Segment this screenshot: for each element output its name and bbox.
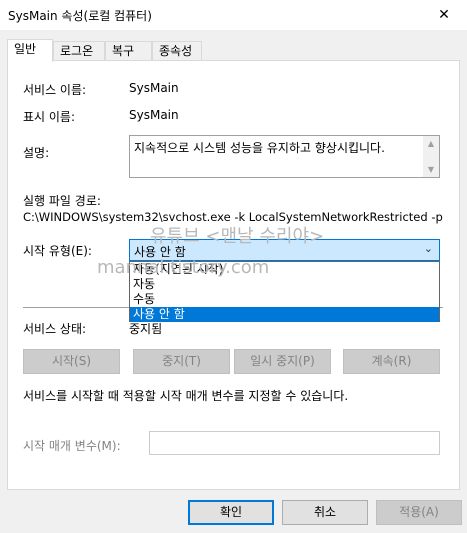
tab-recovery[interactable]: 복구: [105, 41, 152, 61]
cancel-button[interactable]: 취소: [282, 500, 368, 525]
description-text: 지속적으로 시스템 성능을 유지하고 향상시킵니다.: [134, 141, 385, 155]
service-name-label: 서비스 이름:: [23, 83, 87, 97]
start-params-label: 시작 매개 변수(M):: [23, 439, 121, 453]
path-value: C:\WINDOWS\system32\svchost.exe -k Local…: [23, 210, 443, 224]
description-scrollbar[interactable]: ▲ ▼: [423, 136, 439, 177]
display-name-value: SysMain: [129, 108, 179, 122]
tab-dependencies[interactable]: 종속성: [152, 41, 202, 61]
description-label: 설명:: [23, 146, 50, 160]
start-params-input[interactable]: [149, 431, 440, 455]
startup-option-auto[interactable]: 자동: [130, 277, 439, 292]
startup-type-label: 시작 유형(E):: [23, 244, 92, 258]
tab-general[interactable]: 일반: [7, 39, 53, 62]
startup-option-auto-delayed[interactable]: 자동(지연된 시작): [130, 262, 439, 277]
chevron-down-icon[interactable]: ⌄: [424, 242, 433, 255]
start-button[interactable]: 시작(S): [23, 349, 120, 374]
general-tab-panel: 서비스 이름: SysMain 표시 이름: SysMain 설명: 지속적으로…: [7, 60, 460, 490]
startup-type-select[interactable]: 사용 안 함 ⌄: [129, 239, 440, 261]
startup-type-dropdown: 자동(지연된 시작) 자동 수동 사용 안 함: [129, 261, 440, 322]
description-textbox[interactable]: 지속적으로 시스템 성능을 유지하고 향상시킵니다. ▲ ▼: [129, 135, 440, 178]
tab-logon[interactable]: 로그온: [53, 41, 105, 61]
startup-option-disabled[interactable]: 사용 안 함: [130, 307, 439, 322]
resume-button[interactable]: 계속(R): [343, 349, 440, 374]
startup-type-value: 사용 안 함: [134, 245, 186, 259]
pause-button[interactable]: 일시 중지(P): [234, 349, 331, 374]
close-icon[interactable]: ✕: [421, 0, 467, 30]
path-label: 실행 파일 경로:: [23, 194, 101, 208]
scroll-up-icon[interactable]: ▲: [426, 139, 436, 148]
startup-option-manual[interactable]: 수동: [130, 292, 439, 307]
service-status-value: 중지됨: [129, 322, 163, 336]
start-params-note: 서비스를 시작할 때 적용할 시작 매개 변수를 지정할 수 있습니다.: [23, 389, 349, 403]
display-name-label: 표시 이름:: [23, 110, 76, 124]
ok-button[interactable]: 확인: [188, 500, 274, 525]
window-title: SysMain 속성(로컬 컴퓨터): [8, 9, 152, 23]
service-status-label: 서비스 상태:: [23, 322, 87, 336]
service-name-value: SysMain: [129, 81, 179, 95]
apply-button[interactable]: 적용(A): [376, 500, 462, 525]
title-bar: SysMain 속성(로컬 컴퓨터) ✕: [0, 0, 467, 30]
stop-button[interactable]: 중지(T): [133, 349, 230, 374]
scroll-down-icon[interactable]: ▼: [426, 165, 436, 174]
